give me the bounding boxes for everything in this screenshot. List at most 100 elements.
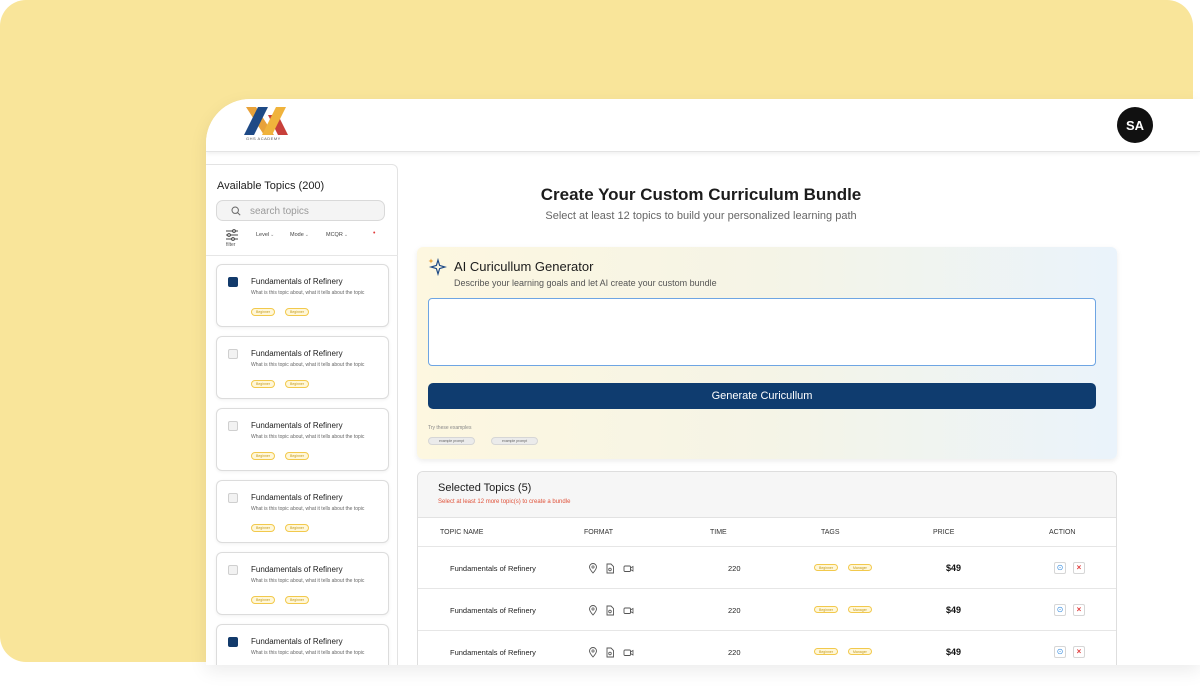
clear-filter-indicator[interactable]: • xyxy=(373,230,375,237)
bundle-warning: Select at least 12 more topic(s) to crea… xyxy=(438,499,571,505)
selected-topics-panel: Selected Topics (5) Select at least 12 m… xyxy=(417,471,1117,665)
level-tag: Beginner xyxy=(251,596,276,604)
column-header: FORMAT xyxy=(584,529,614,536)
learning-goals-textarea[interactable] xyxy=(428,298,1096,366)
filter-icon[interactable] xyxy=(225,229,239,241)
topic-description: What is this topic about, what it tells … xyxy=(251,290,365,296)
column-header: ACTION xyxy=(1049,529,1076,536)
column-header: TOPIC NAME xyxy=(440,529,484,536)
video-icon xyxy=(623,561,634,572)
format-cell xyxy=(588,645,638,658)
video-icon xyxy=(623,603,634,614)
app-window: GHS ACADEMY SA Available Topics (200) se… xyxy=(206,99,1200,665)
view-icon[interactable]: ⊙ xyxy=(1054,604,1066,616)
topic-checkbox[interactable] xyxy=(228,565,238,575)
example-prompt-chip[interactable]: example prompt xyxy=(491,437,539,445)
topic-description: What is this topic about, what it tells … xyxy=(251,362,365,368)
topic-checkbox[interactable] xyxy=(228,277,238,287)
topic-checkbox[interactable] xyxy=(228,421,238,431)
topics-sidebar: Available Topics (200) search topics fil… xyxy=(206,164,398,665)
level-tag: Beginner xyxy=(251,452,276,460)
delete-icon[interactable]: × xyxy=(1073,562,1085,574)
topic-title: Fundamentals of Refinery xyxy=(251,277,343,286)
time-cell: 220 xyxy=(728,564,741,573)
level-tag: Beginner xyxy=(285,308,310,316)
chevron-down-icon: ⌄ xyxy=(343,232,349,238)
view-icon[interactable]: ⊙ xyxy=(1054,646,1066,658)
topic-card[interactable]: Fundamentals of Refinery What is this top… xyxy=(216,336,389,399)
topic-name-cell: Fundamentals of Refinery xyxy=(450,564,536,573)
search-icon xyxy=(231,206,241,216)
location-pin-icon xyxy=(588,603,598,616)
topic-name-cell: Fundamentals of Refinery xyxy=(450,606,536,615)
selected-topics-header: Selected Topics (5) Select at least 12 m… xyxy=(418,472,1116,518)
format-cell xyxy=(588,603,638,616)
ai-subtitle: Describe your learning goals and let AI … xyxy=(454,278,717,288)
topic-title: Fundamentals of Refinery xyxy=(251,349,343,358)
filter-bar: filter Level⌄ Mode⌄ MCQR⌄ • xyxy=(206,228,398,250)
examples-label: Try these examples xyxy=(428,425,472,431)
filter-label: filter xyxy=(226,242,236,248)
level-tag: Beginner xyxy=(285,596,310,604)
table-row: Fundamentals of Refinery 220 Beginner Manag… xyxy=(418,589,1116,631)
delete-icon[interactable]: × xyxy=(1073,604,1085,616)
search-placeholder: search topics xyxy=(250,206,309,217)
logo-wordmark: GHS ACADEMY xyxy=(246,136,281,141)
topic-checkbox[interactable] xyxy=(228,493,238,503)
page-title: Create Your Custom Curriculum Bundle xyxy=(540,185,862,204)
view-icon[interactable]: ⊙ xyxy=(1054,562,1066,574)
level-tag: Beginner xyxy=(285,380,310,388)
price-cell: $49 xyxy=(946,647,962,657)
chevron-down-icon: ⌄ xyxy=(270,232,275,238)
topic-card[interactable]: Fundamentals of Refinery What is this top… xyxy=(216,480,389,543)
level-tag: Beginner xyxy=(251,308,276,316)
topic-checkbox[interactable] xyxy=(228,637,238,647)
topic-checkbox[interactable] xyxy=(228,349,238,359)
ai-title: AI Curicullum Generator xyxy=(454,259,594,274)
role-tag: Manager xyxy=(848,564,872,571)
topic-card[interactable]: Fundamentals of Refinery What is this top… xyxy=(216,624,389,665)
price-cell: $49 xyxy=(946,563,962,573)
sidebar-title: Available Topics (200) xyxy=(217,180,325,192)
top-bar: GHS ACADEMY SA xyxy=(206,99,1200,152)
level-tag: Beginner xyxy=(814,606,839,613)
level-tag: Beginner xyxy=(285,524,310,532)
topic-card[interactable]: Fundamentals of Refinery What is this top… xyxy=(216,264,389,327)
video-icon xyxy=(623,645,634,656)
page-subtitle: Select at least 12 topics to build your … xyxy=(545,210,857,222)
column-header: TIME xyxy=(710,529,727,536)
chevron-down-icon: ⌄ xyxy=(304,232,309,238)
generate-curriculum-button[interactable]: Generate Curicullum xyxy=(428,383,1096,409)
level-dropdown[interactable]: Level⌄ xyxy=(256,232,274,238)
level-tag: Beginner xyxy=(251,524,276,532)
location-pin-icon xyxy=(588,561,598,574)
topic-title: Fundamentals of Refinery xyxy=(251,565,343,574)
table-row: Fundamentals of Refinery 220 Beginner Manag… xyxy=(418,547,1116,589)
column-header: PRICE xyxy=(933,529,955,536)
column-header: TAGS xyxy=(821,529,840,536)
topic-description: What is this topic about, what it tells … xyxy=(251,434,365,440)
topic-card[interactable]: Fundamentals of Refinery What is this top… xyxy=(216,552,389,615)
mode-dropdown[interactable]: Mode⌄ xyxy=(290,232,309,238)
mcqr-dropdown[interactable]: MCQR⌄ xyxy=(326,232,348,238)
role-tag: Manager xyxy=(848,606,872,613)
location-pin-icon xyxy=(588,645,598,658)
avatar[interactable]: SA xyxy=(1117,107,1153,143)
table-row: Fundamentals of Refinery 220 Beginner Manag… xyxy=(418,631,1116,665)
level-tag: Beginner xyxy=(814,648,839,655)
time-cell: 220 xyxy=(728,606,741,615)
search-input[interactable]: search topics xyxy=(216,200,385,221)
topic-description: What is this topic about, what it tells … xyxy=(251,506,365,512)
document-icon xyxy=(605,603,615,616)
topic-description: What is this topic about, what it tells … xyxy=(251,650,365,656)
topic-title: Fundamentals of Refinery xyxy=(251,493,343,502)
delete-icon[interactable]: × xyxy=(1073,646,1085,658)
price-cell: $49 xyxy=(946,605,962,615)
topic-title: Fundamentals of Refinery xyxy=(251,421,343,430)
selected-topics-title: Selected Topics (5) xyxy=(438,482,532,494)
ai-generator-panel: AI Curicullum Generator Describe your le… xyxy=(417,247,1117,459)
level-tag: Beginner xyxy=(251,380,276,388)
example-prompt-chip[interactable]: example prompt xyxy=(428,437,476,445)
topic-card[interactable]: Fundamentals of Refinery What is this top… xyxy=(216,408,389,471)
level-tag: Beginner xyxy=(285,452,310,460)
